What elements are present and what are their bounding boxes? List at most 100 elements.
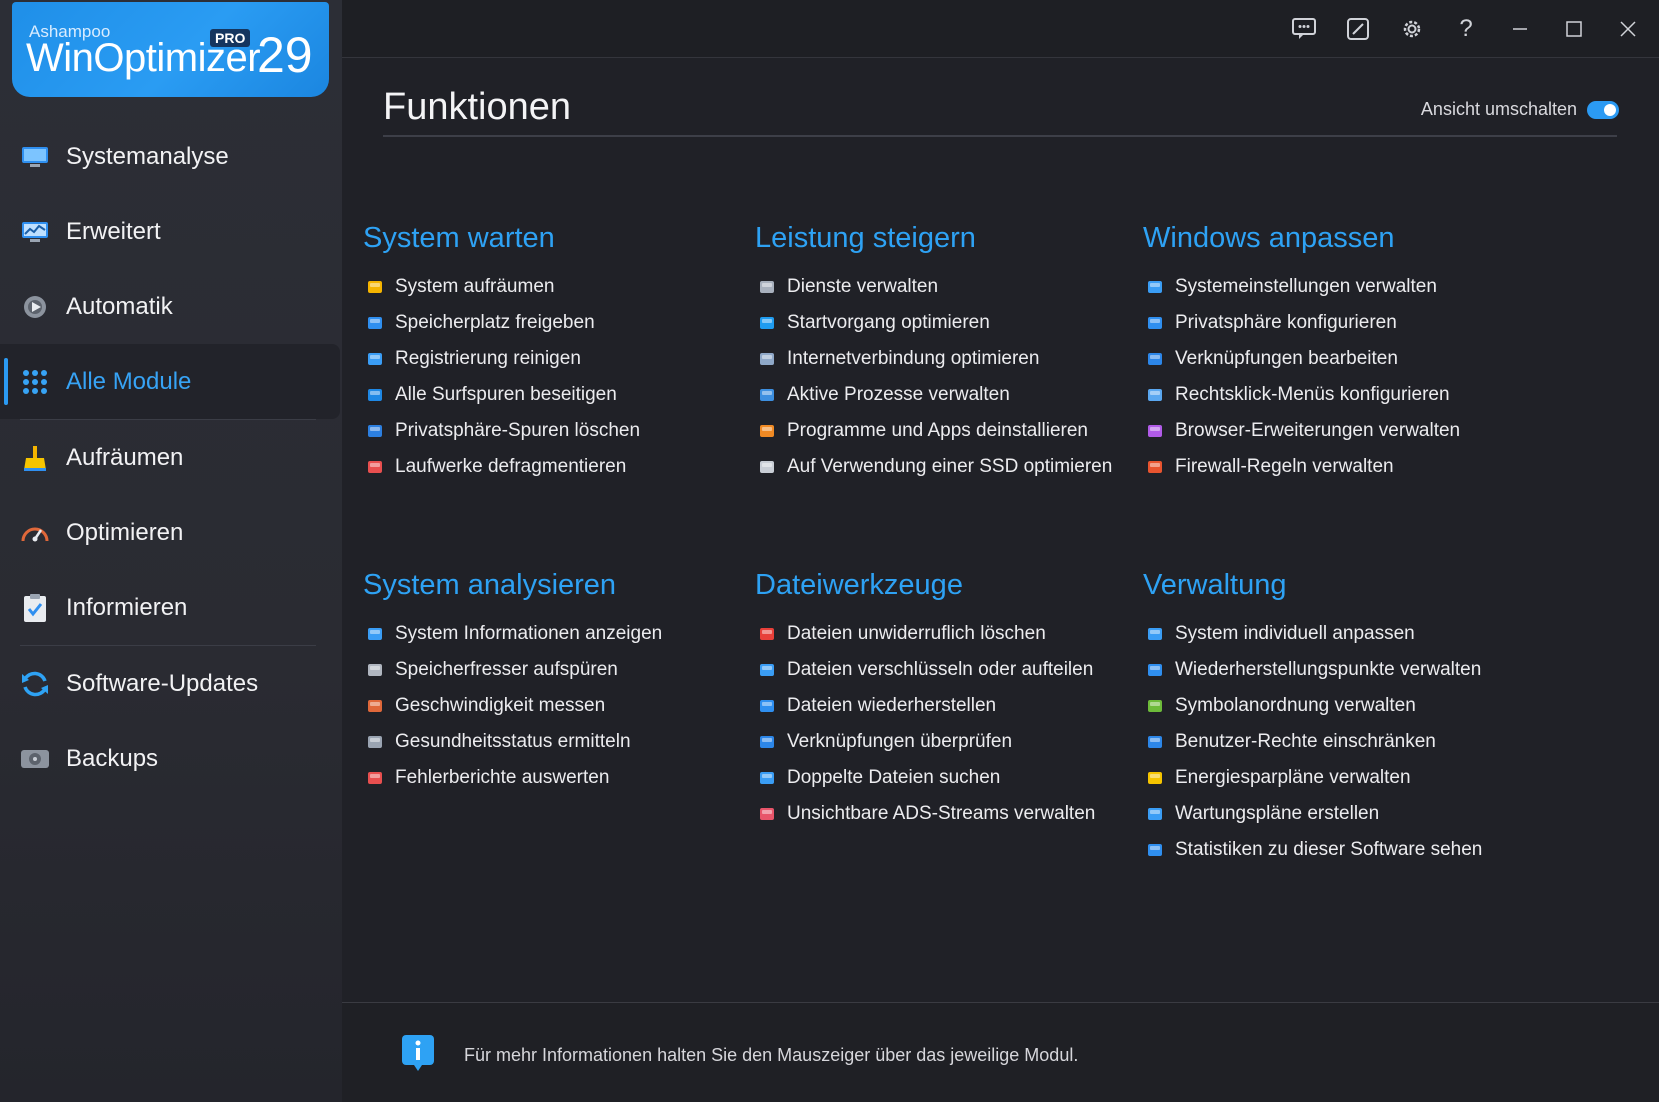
module-link[interactable]: Dateien unwiderruflich löschen <box>755 616 1095 652</box>
module-link[interactable]: Privatsphäre konfigurieren <box>1143 305 1460 341</box>
monitor-icon <box>20 142 50 172</box>
sidebar-item-backups[interactable]: Backups <box>0 721 342 796</box>
module-label: Wiederherstellungspunkte verwalten <box>1175 659 1482 680</box>
maximize-icon[interactable] <box>1557 12 1591 46</box>
module-label: Laufwerke defragmentieren <box>395 456 627 477</box>
module-link[interactable]: Speicherplatz freigeben <box>363 305 640 341</box>
module-icon <box>758 805 776 823</box>
module-link[interactable]: Programme und Apps deinstallieren <box>755 413 1112 449</box>
module-link[interactable]: Doppelte Dateien suchen <box>755 760 1095 796</box>
module-icon <box>758 278 776 296</box>
section-title[interactable]: Verwaltung <box>1143 569 1482 602</box>
module-link[interactable]: Fehlerberichte auswerten <box>363 760 662 796</box>
refresh-icon <box>20 669 50 699</box>
module-link[interactable]: Rechtsklick-Menüs konfigurieren <box>1143 377 1460 413</box>
module-link[interactable]: Browser-Erweiterungen verwalten <box>1143 413 1460 449</box>
module-link[interactable]: Alle Surfspuren beseitigen <box>363 377 640 413</box>
help-icon[interactable]: ? <box>1449 12 1483 46</box>
edit-icon[interactable] <box>1341 12 1375 46</box>
module-label: Geschwindigkeit messen <box>395 695 606 716</box>
module-icon <box>1146 841 1164 859</box>
module-link[interactable]: Laufwerke defragmentieren <box>363 449 640 485</box>
broom-icon <box>20 443 50 473</box>
sidebar-item-software-updates[interactable]: Software-Updates <box>0 646 342 721</box>
minimize-icon[interactable] <box>1503 12 1537 46</box>
main-content: Funktionen Ansicht umschalten System war… <box>342 58 1659 1002</box>
module-link[interactable]: Wartungspläne erstellen <box>1143 796 1482 832</box>
module-link[interactable]: System individuell anpassen <box>1143 616 1482 652</box>
module-link[interactable]: Geschwindigkeit messen <box>363 688 662 724</box>
module-link[interactable]: Verknüpfungen bearbeiten <box>1143 341 1460 377</box>
sidebar-item-aufraeumen[interactable]: Aufräumen <box>0 420 342 495</box>
sidebar-nav: Systemanalyse Erweitert Automatik Alle M… <box>0 119 342 796</box>
close-icon[interactable] <box>1611 12 1645 46</box>
module-icon <box>366 278 384 296</box>
section-title[interactable]: System warten <box>363 222 640 255</box>
module-link[interactable]: Benutzer-Rechte einschränken <box>1143 724 1482 760</box>
sidebar-item-label: Informieren <box>66 593 188 621</box>
module-label: System individuell anpassen <box>1175 623 1415 644</box>
module-icon <box>758 697 776 715</box>
sidebar-item-informieren[interactable]: Informieren <box>0 570 342 645</box>
module-label: Firewall-Regeln verwalten <box>1175 456 1394 477</box>
module-link[interactable]: Firewall-Regeln verwalten <box>1143 449 1460 485</box>
module-link[interactable]: System Informationen anzeigen <box>363 616 662 652</box>
module-link[interactable]: Dateien wiederherstellen <box>755 688 1095 724</box>
module-link[interactable]: Internetverbindung optimieren <box>755 341 1112 377</box>
settings-icon[interactable] <box>1395 12 1429 46</box>
sidebar-item-erweitert[interactable]: Erweitert <box>0 194 342 269</box>
section-title[interactable]: Leistung steigern <box>755 222 1112 255</box>
pro-badge: PRO <box>210 29 251 47</box>
module-label: Browser-Erweiterungen verwalten <box>1175 420 1461 441</box>
module-label: Energiesparpläne verwalten <box>1175 767 1411 788</box>
module-link[interactable]: Startvorgang optimieren <box>755 305 1112 341</box>
module-label: Dateien verschlüsseln oder aufteilen <box>787 659 1094 680</box>
module-icon <box>758 769 776 787</box>
sidebar-item-label: Aufräumen <box>66 443 184 471</box>
view-toggle[interactable]: Ansicht umschalten <box>1421 99 1619 120</box>
chart-monitor-icon <box>20 217 50 247</box>
module-label: Dienste verwalten <box>787 276 939 297</box>
page-title: Funktionen <box>383 86 572 128</box>
module-section: Verwaltung System individuell anpassen Wie… <box>1143 569 1482 868</box>
toggle-switch[interactable] <box>1587 100 1619 119</box>
module-link[interactable]: Aktive Prozesse verwalten <box>755 377 1112 413</box>
module-link[interactable]: Registrierung reinigen <box>363 341 640 377</box>
module-label: Doppelte Dateien suchen <box>787 767 1001 788</box>
module-label: Speicherplatz freigeben <box>395 312 595 333</box>
module-link[interactable]: Dienste verwalten <box>755 269 1112 305</box>
module-link[interactable]: Systemeinstellungen verwalten <box>1143 269 1460 305</box>
module-link[interactable]: Wiederherstellungspunkte verwalten <box>1143 652 1482 688</box>
sidebar-item-optimieren[interactable]: Optimieren <box>0 495 342 570</box>
module-section: Leistung steigern Dienste verwalten Startv… <box>755 222 1112 485</box>
module-label: Registrierung reinigen <box>395 348 581 369</box>
module-label: Unsichtbare ADS-Streams verwalten <box>787 803 1096 824</box>
app-logo: Ashampoo WinOptimizer PRO 29 <box>12 2 329 97</box>
module-link[interactable]: Auf Verwendung einer SSD optimieren <box>755 449 1112 485</box>
module-icon <box>758 314 776 332</box>
sidebar-item-automatik[interactable]: Automatik <box>0 269 342 344</box>
module-icon <box>366 733 384 751</box>
sidebar-item-systemanalyse[interactable]: Systemanalyse <box>0 119 342 194</box>
module-link[interactable]: Gesundheitsstatus ermitteln <box>363 724 662 760</box>
module-link[interactable]: Unsichtbare ADS-Streams verwalten <box>755 796 1095 832</box>
module-link[interactable]: Speicherfresser aufspüren <box>363 652 662 688</box>
module-link[interactable]: Symbolanordnung verwalten <box>1143 688 1482 724</box>
module-icon <box>366 661 384 679</box>
module-link[interactable]: Energiesparpläne verwalten <box>1143 760 1482 796</box>
module-link[interactable]: Dateien verschlüsseln oder aufteilen <box>755 652 1095 688</box>
sidebar-item-alle-module[interactable]: Alle Module <box>0 344 340 419</box>
section-title[interactable]: Dateiwerkzeuge <box>755 569 1095 602</box>
gear-play-icon <box>20 292 50 322</box>
module-link[interactable]: System aufräumen <box>363 269 640 305</box>
module-link[interactable]: Privatsphäre-Spuren löschen <box>363 413 640 449</box>
section-title[interactable]: System analysieren <box>363 569 662 602</box>
feedback-icon[interactable] <box>1287 12 1321 46</box>
module-label: Statistiken zu dieser Software sehen <box>1175 839 1483 860</box>
sidebar-item-label: Software-Updates <box>66 669 259 697</box>
module-link[interactable]: Verknüpfungen überprüfen <box>755 724 1095 760</box>
module-section: Windows anpassen Systemeinstellungen verw… <box>1143 222 1460 485</box>
section-title[interactable]: Windows anpassen <box>1143 222 1460 255</box>
module-link[interactable]: Statistiken zu dieser Software sehen <box>1143 832 1482 868</box>
module-icon <box>758 625 776 643</box>
